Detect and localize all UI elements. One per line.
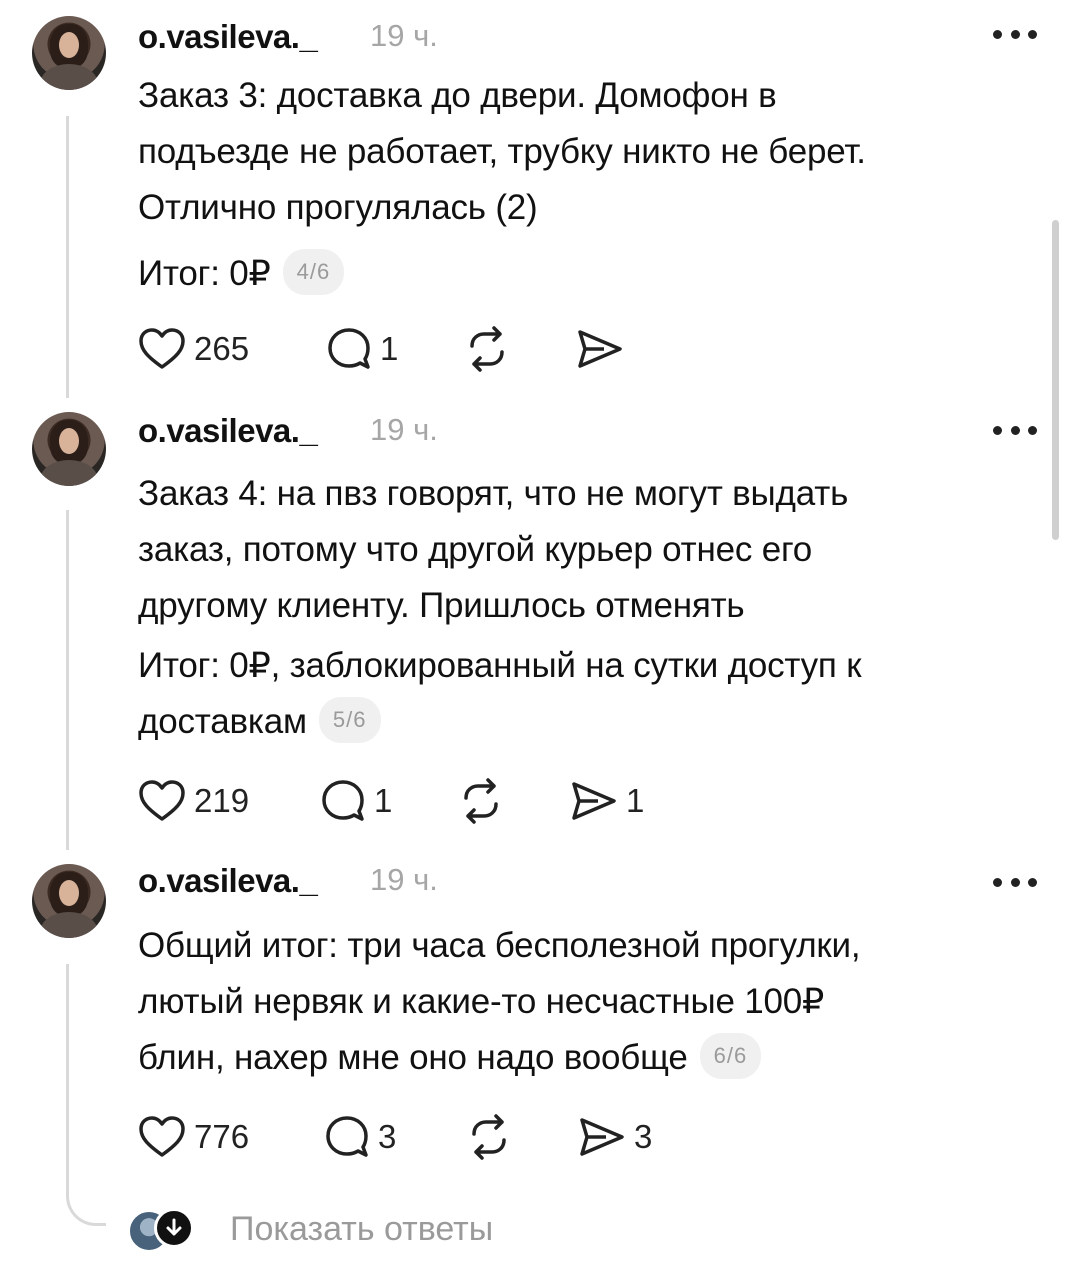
thread-line [66,116,69,398]
post-text-line: лютый нервяк и какие-то несчастные 100₽ [138,982,825,1021]
avatar[interactable] [32,864,106,938]
share-count: 1 [626,782,645,819]
post-text-line: доставкам [138,702,307,741]
repost-icon [472,1114,506,1160]
thread-line-end [66,1182,106,1226]
more-icon[interactable] [993,424,1037,436]
post-text-line: Итог: 0₽ [138,254,271,293]
like-button[interactable]: 776 [138,1112,249,1162]
show-replies-label[interactable]: Показать ответы [230,1210,493,1249]
like-count: 776 [194,1118,250,1155]
send-icon [572,782,616,820]
thread-line [66,510,69,850]
username[interactable]: o.vasileva._ [138,862,318,900]
share-count: 3 [634,1118,653,1155]
like-count: 219 [194,782,250,819]
repost-button[interactable] [464,324,510,374]
comment-button[interactable]: 3 [324,1112,396,1162]
share-button[interactable]: 1 [570,776,644,826]
comment-bubble-icon [322,780,364,821]
send-icon [580,1118,624,1156]
timestamp: 19 ч. [370,412,438,447]
more-icon[interactable] [993,28,1037,40]
like-count: 265 [194,330,250,367]
more-icon[interactable] [993,876,1037,888]
page-badge: 4/6 [282,248,345,295]
arrow-down-icon [154,1208,194,1248]
share-button[interactable] [576,324,624,374]
post-text-line: блин, нахер мне оно надо вообще [138,1038,688,1077]
timestamp: 19 ч. [370,18,438,53]
share-button[interactable]: 3 [578,1112,652,1162]
post-text-line: другому клиенту. Пришлось отменять [138,586,745,625]
post-text: Заказ 4: на пвз говорят, что не могут вы… [138,466,1038,750]
repost-icon [464,778,498,824]
comment-count: 1 [380,330,399,367]
avatar[interactable] [32,16,106,90]
heart-icon [139,328,185,369]
comment-bubble-icon [328,328,370,369]
like-button[interactable]: 265 [138,324,249,374]
comment-bubble-icon [326,1116,368,1157]
repost-icon [470,326,504,372]
repost-button[interactable] [466,1112,512,1162]
page-badge: 5/6 [318,696,381,743]
post-text-line: подъезде не работает, трубку никто не бе… [138,132,866,171]
comment-count: 1 [374,782,393,819]
post-text-line: Заказ 4: на пвз говорят, что не могут вы… [138,474,849,513]
timestamp: 19 ч. [370,862,438,897]
heart-icon [139,780,185,821]
username[interactable]: o.vasileva._ [138,412,318,450]
post-text-line: Заказ 3: доставка до двери. Домофон в [138,76,777,115]
comment-count: 3 [378,1118,397,1155]
post-text: Общий итог: три часа бесполезной прогулк… [138,918,1038,1086]
scrollbar[interactable] [1052,220,1059,540]
username[interactable]: o.vasileva._ [138,18,318,56]
thread-line [66,964,69,1186]
heart-icon [139,1116,185,1157]
post-text-line: Общий итог: три часа бесполезной прогулк… [138,926,861,965]
avatar[interactable] [32,412,106,486]
post-text-line: Отлично прогулялась (2) [138,188,538,227]
post-text-line: Итог: 0₽, заблокированный на сутки досту… [138,646,862,685]
comment-button[interactable]: 1 [320,776,392,826]
post-text: Заказ 3: доставка до двери. Домофон в по… [138,68,1038,302]
post-text-line: заказ, потому что другой курьер отнес ег… [138,530,813,569]
repost-button[interactable] [458,776,504,826]
like-button[interactable]: 219 [138,776,249,826]
comment-button[interactable]: 1 [326,324,398,374]
send-icon [578,330,622,368]
page-badge: 6/6 [699,1032,762,1079]
